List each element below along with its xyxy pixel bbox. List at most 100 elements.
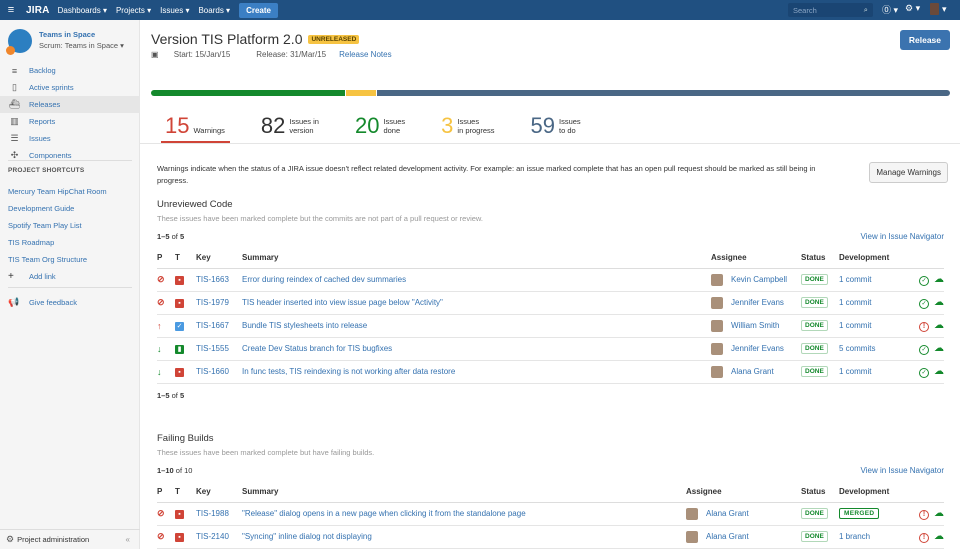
development-cell: 1 commit	[839, 268, 909, 292]
table-row[interactable]: ⊘ ▪ TIS-1979 TIS header inserted into view …	[157, 291, 944, 315]
add-link-button[interactable]: + Add link	[8, 268, 107, 285]
development-link[interactable]: 1 commit	[839, 298, 871, 307]
assignee-link[interactable]: Kevin Campbell	[731, 275, 787, 284]
search-icon: ⌕	[863, 5, 868, 14]
issue-key-link[interactable]: TIS-1988	[196, 509, 229, 518]
development-link[interactable]: 1 branch	[839, 532, 870, 541]
create-button[interactable]: Create	[239, 2, 278, 18]
project-header[interactable]: Teams in Space Scrum: Teams in Space ▾	[6, 29, 124, 55]
shortcut-link[interactable]: TIS Team Org Structure	[8, 251, 107, 268]
menu-icon[interactable]: ≡	[2, 4, 20, 16]
sidebar-item-releases[interactable]: ⛴ Releases	[0, 96, 140, 113]
assignee-link[interactable]: Jennifer Evans	[731, 344, 784, 353]
issue-summary-link[interactable]: Bundle TIS stylesheets into release	[242, 321, 367, 330]
column-header-development: Development	[839, 481, 909, 503]
assignee-link[interactable]: Alana Grant	[706, 509, 749, 518]
build-icon[interactable]: ☁	[934, 366, 944, 377]
view-in-issue-navigator-link[interactable]: View in Issue Navigator	[861, 466, 944, 475]
build-icon[interactable]: ☁	[934, 274, 944, 285]
build-icon[interactable]: ☁	[934, 343, 944, 354]
nav-projects[interactable]: Projects ▾	[116, 6, 151, 15]
project-name[interactable]: Teams in Space	[39, 30, 124, 39]
help-icon[interactable]: ⓪ ▾	[882, 3, 898, 16]
stat-number: 15	[165, 113, 190, 138]
table-row[interactable]: ⊘ ▪ TIS-2140 "Syncing" inline dialog not di…	[157, 525, 944, 549]
nav-dashboards[interactable]: Dashboards ▾	[58, 6, 107, 15]
table-row[interactable]: ⊘ ▪ TIS-1988 "Release" dialog opens in a ne…	[157, 502, 944, 526]
build-icon[interactable]: ☁	[934, 508, 944, 519]
stat-tab-issues-done[interactable]: 20 Issues done	[341, 115, 410, 143]
assignee-link[interactable]: Alana Grant	[731, 367, 774, 376]
give-feedback-link[interactable]: 📢 Give feedback	[8, 297, 77, 308]
table-header-row: P T Key Summary Assignee Status Development	[157, 481, 944, 503]
issue-summary-link[interactable]: TIS header inserted into view issue page…	[242, 298, 443, 307]
development-link[interactable]: 1 commit	[839, 367, 871, 376]
build-icon[interactable]: ☁	[934, 297, 944, 308]
nav-issues[interactable]: Issues ▾	[160, 6, 189, 15]
progress-bar	[151, 90, 950, 96]
issue-key-link[interactable]: TIS-1660	[196, 367, 229, 376]
gear-icon: ⚙	[6, 534, 15, 544]
table-row[interactable]: ↓ ▮ TIS-1555 Create Dev Status branch for T…	[157, 337, 944, 361]
nav-boards[interactable]: Boards ▾	[198, 6, 230, 15]
assignee-link[interactable]: Jennifer Evans	[731, 298, 784, 307]
sidebar-item-reports[interactable]: ▥ Reports	[0, 113, 140, 130]
jira-logo[interactable]: JIRA	[26, 5, 50, 16]
project-administration-link[interactable]: ⚙ Project administration «	[0, 529, 140, 549]
merged-badge[interactable]: MERGED	[839, 508, 880, 519]
shortcut-link[interactable]: Spotify Team Play List	[8, 217, 107, 234]
blocker-priority-icon: ⊘	[157, 531, 165, 541]
project-board-selector[interactable]: Scrum: Teams in Space ▾	[39, 41, 124, 50]
manage-warnings-button[interactable]: Manage Warnings	[869, 162, 948, 183]
issue-summary-link[interactable]: Error during reindex of cached dev summa…	[242, 275, 406, 284]
priority-cell: ↓	[157, 360, 175, 384]
release-notes-link[interactable]: Release Notes	[339, 50, 391, 59]
main-content: Version TIS Platform 2.0 UNRELEASED ▣ St…	[140, 20, 960, 549]
issue-summary-link[interactable]: "Release" dialog opens in a new page whe…	[242, 509, 526, 518]
search-placeholder: Search	[793, 6, 817, 15]
issue-key-link[interactable]: TIS-1979	[196, 298, 229, 307]
issue-key-link[interactable]: TIS-2140	[196, 532, 229, 541]
shortcut-link[interactable]: TIS Roadmap	[8, 234, 107, 251]
type-cell: ▪	[175, 268, 196, 292]
sidebar-item-components[interactable]: ✣ Components	[0, 147, 140, 164]
ship-icon: ⛴	[8, 99, 21, 109]
stat-tab-issues-to-do[interactable]: 59 Issues to do	[517, 115, 586, 143]
build-icon[interactable]: ☁	[934, 320, 944, 331]
build-icon[interactable]: ☁	[934, 531, 944, 542]
issue-summary-link[interactable]: Create Dev Status branch for TIS bugfixe…	[242, 344, 392, 353]
development-link[interactable]: 1 commit	[839, 321, 871, 330]
development-link[interactable]: 5 commits	[839, 344, 875, 353]
stat-tab-warnings[interactable]: 15 Warnings	[151, 115, 230, 143]
development-link[interactable]: 1 commit	[839, 275, 871, 284]
status-badge: DONE	[801, 320, 828, 331]
issue-key-link[interactable]: TIS-1663	[196, 275, 229, 284]
sidebar-item-backlog[interactable]: ≡ Backlog	[0, 62, 140, 79]
stat-tab-issues-in-version[interactable]: 82 Issues in version	[247, 115, 324, 143]
table-row[interactable]: ⊘ ▪ TIS-1663 Error during reindex of cached…	[157, 268, 944, 292]
search-input[interactable]: Search ⌕	[788, 3, 873, 17]
status-badge: DONE	[801, 297, 828, 308]
stat-tab-issues-in-progress[interactable]: 3 Issues in progress	[427, 115, 499, 143]
assignee-link[interactable]: William Smith	[731, 321, 779, 330]
release-button[interactable]: Release	[899, 30, 950, 50]
summary-cell: "Syncing" inline dialog not displaying	[242, 525, 686, 549]
assignee-link[interactable]: Alana Grant	[706, 532, 749, 541]
sidebar-item-active-sprints[interactable]: ▯ Active sprints	[0, 79, 140, 96]
issue-summary-link[interactable]: "Syncing" inline dialog not displaying	[242, 532, 372, 541]
issue-key-link[interactable]: TIS-1667	[196, 321, 229, 330]
settings-icon[interactable]: ⚙ ▾	[905, 3, 920, 14]
collapse-sidebar-icon[interactable]: «	[126, 535, 130, 544]
table-row[interactable]: ↑ ✓ TIS-1667 Bundle TIS stylesheets into re…	[157, 314, 944, 338]
shortcut-link[interactable]: Development Guide	[8, 200, 107, 217]
summary-cell: TIS header inserted into view issue page…	[242, 291, 711, 315]
shortcut-link[interactable]: Mercury Team HipChat Room	[8, 183, 107, 200]
bug-type-icon: ▪	[175, 367, 184, 377]
profile-menu[interactable]: ▾	[930, 3, 947, 15]
failing-builds-table: P T Key Summary Assignee Status Development ⊘ ▪ T…	[157, 481, 944, 549]
issue-summary-link[interactable]: In func tests, TIS reindexing is not wor…	[242, 367, 455, 376]
issue-key-link[interactable]: TIS-1555	[196, 344, 229, 353]
view-in-issue-navigator-link[interactable]: View in Issue Navigator	[861, 232, 944, 241]
table-row[interactable]: ↓ ▪ TIS-1660 In func tests, TIS reindexing …	[157, 360, 944, 384]
sidebar-item-issues[interactable]: ☰ Issues	[0, 130, 140, 147]
